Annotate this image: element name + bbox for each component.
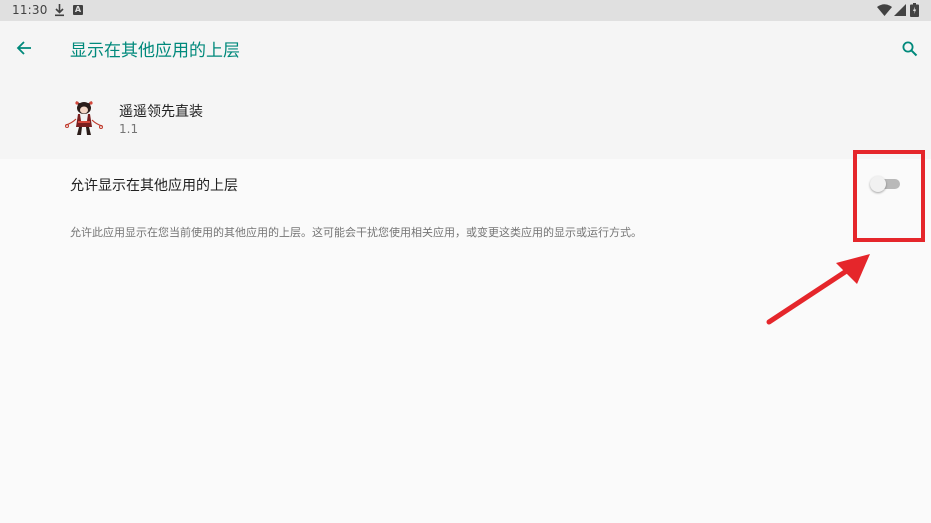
red-arrow-annotation — [766, 254, 870, 325]
setting-label: 允许显示在其他应用的上层 — [70, 178, 238, 194]
permission-toggle[interactable] — [870, 176, 902, 192]
battery-icon — [910, 3, 919, 17]
app-icon — [65, 101, 103, 135]
notification-a-icon: A — [73, 5, 83, 15]
signal-icon — [894, 4, 906, 16]
app-version: 1.1 — [119, 122, 139, 136]
app-header: 遥遥领先直装 1.1 — [0, 77, 931, 159]
download-icon — [55, 4, 64, 17]
status-time: 11:30 — [12, 3, 48, 17]
wifi-icon — [877, 4, 892, 16]
page-title: 显示在其他应用的上层 — [70, 41, 240, 61]
permission-setting-row[interactable]: 允许显示在其他应用的上层 — [0, 159, 931, 209]
toggle-thumb — [870, 176, 886, 192]
app-bar: 显示在其他应用的上层 — [0, 21, 931, 77]
search-icon — [902, 41, 918, 57]
arrow-back-icon — [16, 41, 31, 55]
app-name: 遥遥领先直装 — [119, 104, 203, 120]
back-button[interactable] — [10, 33, 40, 63]
setting-description: 允许此应用显示在您当前使用的其他应用的上层。这可能会干扰您使用相关应用，或变更这… — [70, 226, 642, 239]
status-bar: 11:30 A — [0, 0, 931, 21]
search-button[interactable] — [896, 33, 924, 63]
settings-screen: 11:30 A 显示在其他应用的上层 遥遥领先直装 1.1 允许显示在其他应用的… — [0, 0, 931, 523]
